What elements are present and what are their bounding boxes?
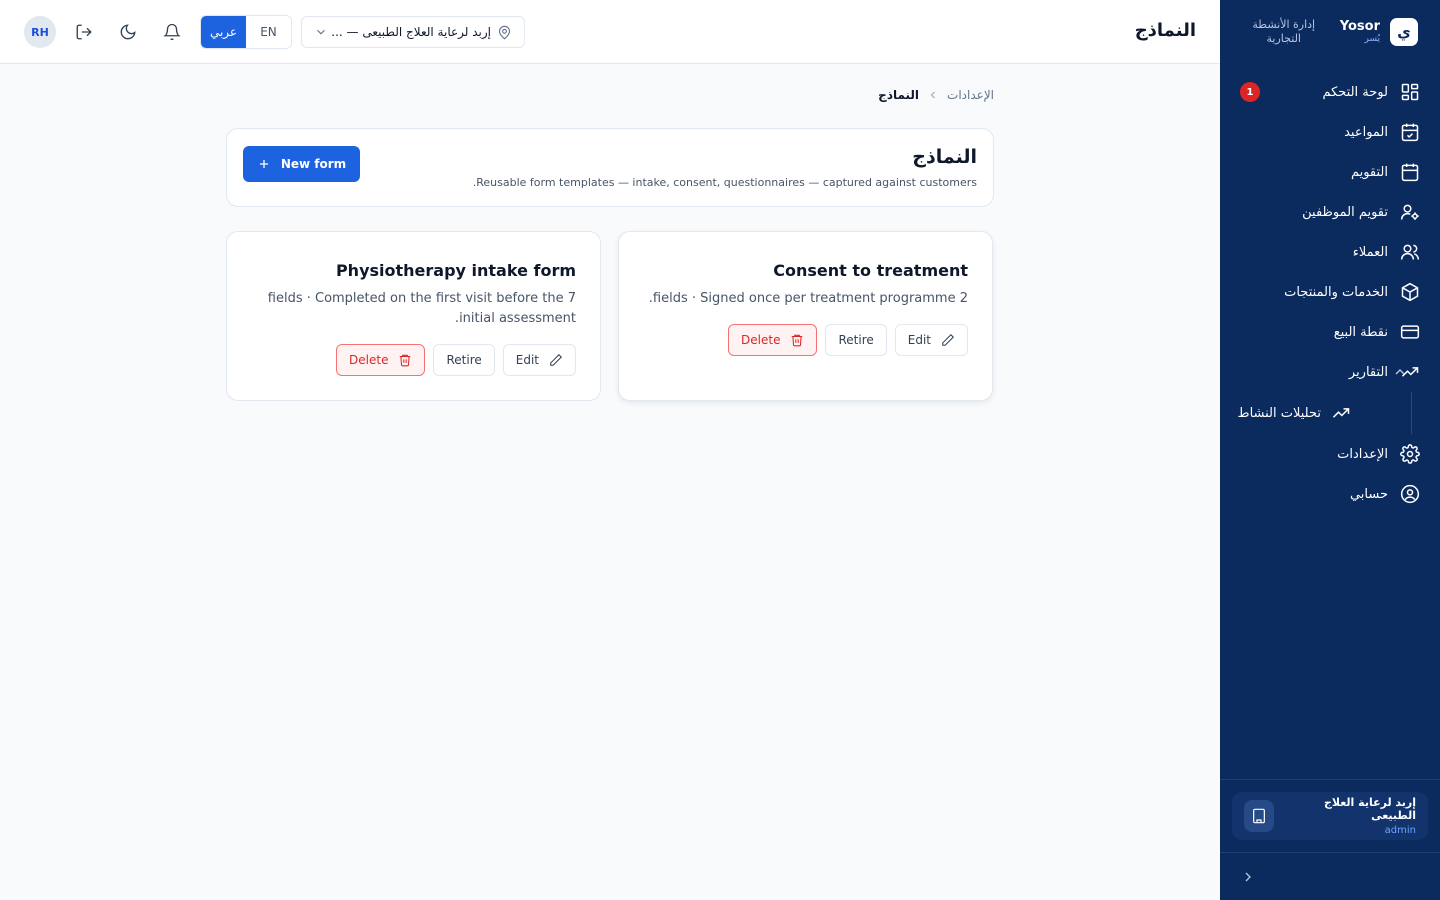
delete-button[interactable]: Delete [336, 344, 426, 376]
form-card-actions: Delete Retire Edit [336, 344, 576, 376]
sidebar-item-label: لوحة التحكم [1322, 84, 1388, 100]
branch-label: إربد لرعاية العلاج الطبيعى — ... [331, 25, 491, 39]
notification-badge: 1 [1240, 82, 1260, 102]
calendar-check-icon [1400, 122, 1420, 142]
form-card-title: Physiotherapy intake form [335, 261, 576, 280]
chevron-up-icon[interactable] [1392, 364, 1408, 380]
delete-label: Delete [349, 353, 389, 367]
sidebar-item-label: التقارير [1348, 364, 1388, 380]
sidebar-item-settings[interactable]: الإعدادات [1220, 434, 1440, 474]
brand-logo: ي [1390, 18, 1418, 46]
sidebar-footer: إربد لرعاية العلاج الطبيعى admin [1220, 779, 1440, 852]
pencil-icon [549, 353, 563, 367]
sidebar-item-label: التقويم [1350, 164, 1388, 180]
sidebar-nav: لوحة التحكم 1 المواعيد التقويم تقويم الم… [1220, 64, 1440, 514]
dashboard-icon [1400, 82, 1420, 102]
retire-button[interactable]: Retire [433, 344, 495, 376]
brand-sub: يُسر [1364, 34, 1381, 44]
bell-icon[interactable] [156, 16, 188, 48]
plus-icon [257, 157, 271, 171]
sidebar-subitem-label: تحليلات النشاط [1237, 405, 1321, 421]
users-icon [1400, 242, 1420, 262]
form-card-title: Consent to treatment [773, 261, 968, 280]
sidebar-subitem-activity-analytics[interactable]: تحليلات النشاط [1220, 392, 1412, 434]
gear-icon [1400, 444, 1420, 464]
sidebar-item-staff-calendar[interactable]: تقويم الموظفين [1220, 192, 1440, 232]
form-card-description: 2 fields · Signed once per treatment pro… [648, 291, 968, 306]
sidebar-item-label: العملاء [1352, 244, 1388, 260]
building-icon [1244, 800, 1274, 832]
new-form-button[interactable]: New form [243, 146, 360, 182]
delete-button[interactable]: Delete [728, 324, 818, 356]
sidebar-collapse [1220, 852, 1440, 900]
sidebar-item-label: الخدمات والمنتجات [1284, 284, 1388, 300]
chevron-right-icon[interactable] [1240, 869, 1256, 885]
breadcrumb-current: النماذج [878, 88, 920, 102]
delete-label: Delete [741, 333, 781, 347]
chevron-down-icon [314, 25, 328, 39]
sidebar-item-account[interactable]: حسابي [1220, 474, 1440, 514]
form-card-actions: Delete Retire Edit [728, 324, 968, 356]
trending-up-icon [1331, 403, 1351, 423]
sidebar-item-reports[interactable]: التقارير [1220, 352, 1440, 392]
avatar[interactable]: RH [24, 16, 56, 48]
form-card-consent: Consent to treatment 2 fields · Signed o… [618, 231, 993, 401]
brand-tagline: إدارة الأنشطة التجارية [1252, 18, 1316, 45]
lang-english-button[interactable]: EN [246, 16, 291, 48]
sidebar: ي Yosor يُسر إدارة الأنشطة التجارية لوحة… [1220, 0, 1440, 900]
sidebar-item-label: الإعدادات [1337, 446, 1388, 462]
trash-icon [398, 353, 412, 367]
form-card-intake: Physiotherapy intake form 7 fields · Com… [226, 231, 601, 401]
sidebar-item-label: حسابي [1349, 486, 1388, 502]
pencil-icon [941, 333, 955, 347]
calendar-icon [1400, 162, 1420, 182]
branch-value: إربد لرعاية العلاج الطبيعى — ... [331, 25, 512, 40]
sidebar-item-label: تقويم الموظفين [1302, 204, 1388, 220]
retire-button[interactable]: Retire [825, 324, 887, 356]
trash-icon [790, 333, 804, 347]
sidebar-item-appointments[interactable]: المواعيد [1220, 112, 1440, 152]
org-switcher[interactable]: إربد لرعاية العلاج الطبيعى admin [1232, 792, 1428, 840]
top-header: النماذج RH عربي EN إربد لرعاية العلاج ال… [0, 0, 1220, 64]
language-toggle: عربي EN [200, 15, 292, 49]
forms-title: النماذج [912, 146, 977, 168]
credit-card-icon [1400, 322, 1420, 342]
moon-icon[interactable] [112, 16, 144, 48]
package-icon [1400, 282, 1420, 302]
sidebar-item-pos[interactable]: نقطة البيع [1220, 312, 1440, 352]
org-name: إربد لرعاية العلاج الطبيعى [1323, 796, 1416, 822]
logout-icon[interactable] [68, 16, 100, 48]
edit-label: Edit [515, 353, 539, 367]
new-form-label: New form [280, 157, 347, 171]
brand: ي Yosor يُسر إدارة الأنشطة التجارية [1220, 0, 1440, 64]
edit-button[interactable]: Edit [502, 344, 576, 376]
breadcrumb-parent[interactable]: الإعدادات [947, 88, 994, 102]
sidebar-item-label: المواعيد [1344, 124, 1388, 140]
edit-label: Edit [907, 333, 931, 347]
sidebar-item-label: نقطة البيع [1333, 324, 1388, 340]
header-controls: RH عربي EN إربد لرعاية العلاج الطبيعى — … [24, 15, 525, 49]
edit-button[interactable]: Edit [894, 324, 968, 356]
sidebar-item-services[interactable]: الخدمات والمنتجات [1220, 272, 1440, 312]
lang-arabic-button[interactable]: عربي [201, 16, 246, 48]
breadcrumb: الإعدادات النماذج [878, 88, 994, 102]
sidebar-item-calendar[interactable]: التقويم [1220, 152, 1440, 192]
page-title: النماذج [1134, 20, 1196, 41]
chevron-left-icon [927, 89, 939, 101]
sidebar-item-customers[interactable]: العملاء [1220, 232, 1440, 272]
user-cog-icon [1400, 202, 1420, 222]
brand-names: Yosor يُسر [1340, 20, 1380, 44]
form-card-description: 7 fields · Completed on the first visit … [267, 291, 576, 326]
sidebar-item-dashboard[interactable]: لوحة التحكم 1 [1220, 72, 1440, 112]
map-pin-icon [497, 25, 512, 40]
org-text: إربد لرعاية العلاج الطبيعى admin [1284, 796, 1416, 836]
forms-subtitle: Reusable form templates — intake, consen… [472, 176, 977, 189]
retire-label: Retire [446, 353, 482, 367]
forms-header-card: النماذج Reusable form templates — intake… [226, 128, 994, 207]
brand-name: Yosor [1339, 19, 1380, 34]
org-role: admin [1384, 825, 1416, 836]
retire-label: Retire [838, 333, 874, 347]
user-circle-icon [1400, 484, 1420, 504]
branch-select[interactable]: إربد لرعاية العلاج الطبيعى — ... [301, 16, 525, 48]
